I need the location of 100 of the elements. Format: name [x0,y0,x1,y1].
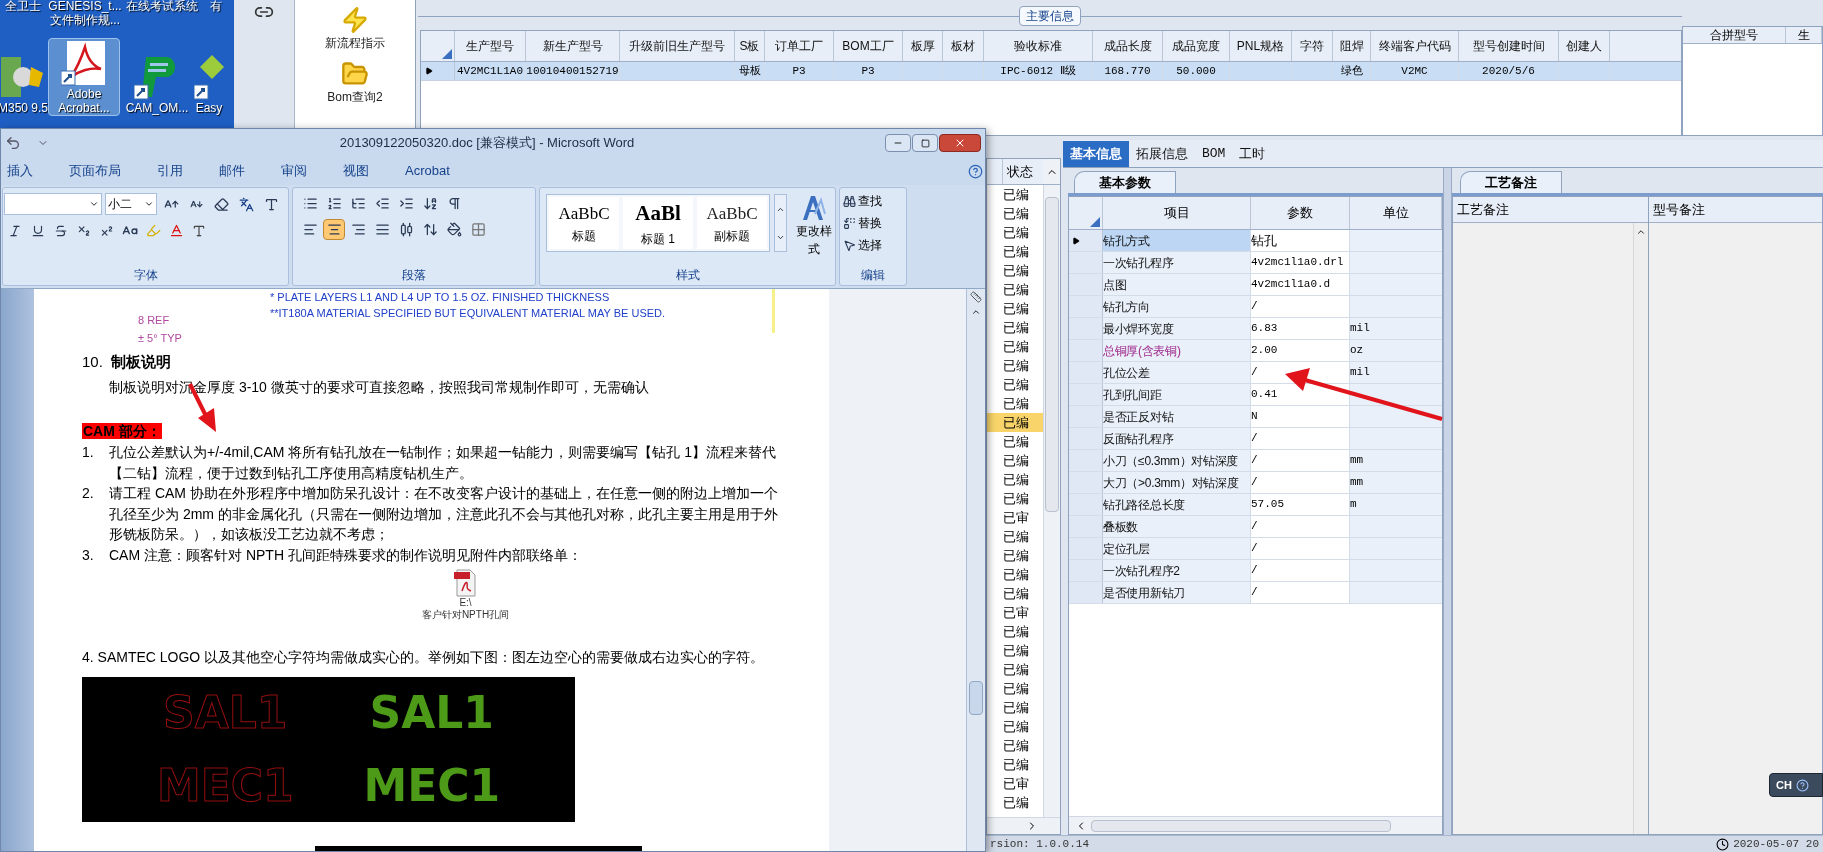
column-header[interactable]: 成品宽度 [1163,31,1230,61]
style-preset[interactable]: AaBbC 副标题 [697,197,767,249]
column-header[interactable]: 阻焊 [1333,31,1371,61]
param-name[interactable]: 钻孔方式 [1103,230,1251,251]
param-name[interactable]: 一次钻孔程序2 [1103,560,1251,581]
desktop-icon[interactable]: CAM_OM... [122,52,192,116]
status-row[interactable]: 已编 [987,299,1043,318]
scroll-thumb[interactable] [969,681,983,715]
table-row[interactable]: 4V2MC1L1A0 10010400152719 母板 P3 P3 IPC-6012 Ⅱ级 168.770 50.000 绿色 V2MC 2020/5/6 [421,62,1681,81]
ribbon-tab[interactable]: 页面布局 [69,161,121,181]
undo-icon[interactable] [5,135,21,151]
ribbon-tab[interactable]: 审阅 [281,161,307,181]
desktop-icon[interactable]: 在线考试系统 [124,0,200,14]
scroll-thumb[interactable] [1045,197,1059,512]
status-row[interactable]: 已审 [987,603,1043,622]
column-header[interactable]: 板材 [943,31,984,61]
tool-label[interactable]: 新流程指示 [325,34,385,52]
status-row[interactable]: 已审 [987,774,1043,793]
param-name[interactable]: 钻孔方向 [1103,296,1251,317]
style-preset[interactable]: AaBbC 标题 [549,197,619,249]
column-header[interactable]: 合拼型号 [1683,27,1786,43]
param-name[interactable]: 反面钻孔程序 [1103,428,1251,449]
status-row[interactable]: 已编 [987,185,1043,204]
column-header[interactable]: 单位 [1350,197,1442,229]
tab[interactable]: 拓展信息 [1129,141,1195,167]
column-header[interactable]: S板 [735,31,765,61]
ribbon-tab[interactable]: 邮件 [219,161,245,181]
tool-label[interactable]: Bom查询2 [327,88,383,106]
ribbon-tab[interactable]: 引用 [157,161,183,181]
param-name[interactable]: 是否正反对钻 [1103,406,1251,427]
status-row[interactable]: 已编 [987,622,1043,641]
editing-button[interactable]: 替换 [843,213,906,233]
column-header[interactable]: 型号创建时间 [1459,31,1559,61]
param-name[interactable]: 孔位公差 [1103,362,1251,383]
scrollbar[interactable] [1043,185,1060,817]
desktop-icon[interactable]: Easy [194,52,224,116]
param-name[interactable]: 最小焊环宽度 [1103,318,1251,339]
param-name[interactable]: 钻孔路径总长度 [1103,494,1251,515]
status-row[interactable]: 已编 [987,394,1043,413]
status-row[interactable]: 已编 [987,280,1043,299]
column-header[interactable]: 板厚 [903,31,943,61]
ribbon-tab[interactable]: 插入 [7,161,33,181]
column-header[interactable]: BOM工厂 [834,31,903,61]
column-header[interactable]: 成品长度 [1093,31,1163,61]
column-header[interactable]: PNL规格 [1230,31,1292,61]
section-tab[interactable]: 基本参数 [1074,171,1176,193]
status-row[interactable]: 已编 [987,204,1043,223]
align-button[interactable] [323,219,345,240]
column-header[interactable]: 项目 [1103,197,1251,229]
status-row[interactable]: 已编 [987,261,1043,280]
status-row[interactable]: 已编 [987,432,1043,451]
status-row[interactable]: 已编 [987,565,1043,584]
status-row[interactable]: 已编 [987,223,1043,242]
tab[interactable]: 基本信息 [1063,141,1129,167]
status-row[interactable]: 已编 [987,356,1043,375]
status-row[interactable]: 已编 [987,242,1043,261]
status-row[interactable]: 已编 [987,337,1043,356]
status-row[interactable]: 已审 [987,508,1043,527]
status-row[interactable]: 已编 [987,736,1043,755]
status-row[interactable]: 已编 [987,413,1043,432]
param-name[interactable]: 一次钻孔程序 [1103,252,1251,273]
desktop-icon[interactable]: GENESIS_t... 文件制作规... [48,0,122,28]
ruler-icon[interactable] [970,291,982,303]
column-header[interactable]: 参数 [1251,197,1350,229]
tab[interactable]: 工时 [1232,141,1273,167]
param-name[interactable]: 孔到孔间距 [1103,384,1251,405]
status-row[interactable]: 已编 [987,755,1043,774]
status-row[interactable]: 已编 [987,318,1043,337]
column-header[interactable]: 生 [1786,27,1822,43]
ime-indicator[interactable]: CH [1769,773,1823,797]
status-row[interactable]: 已编 [987,546,1043,565]
column-header[interactable]: 新生产型号 [526,31,620,61]
tab[interactable]: BOM [1195,141,1233,167]
scroll-up-icon[interactable] [971,307,981,317]
help-icon[interactable] [1795,778,1809,792]
column-header[interactable]: 型号备注 [1649,197,1822,223]
param-name[interactable]: 大刀（>0.3mm）对钻深度 [1103,472,1251,493]
desktop-icon[interactable]: 有 [202,0,230,14]
status-row[interactable]: 已编 [987,698,1043,717]
scroll-up-icon[interactable] [1636,227,1646,237]
column-header[interactable]: 验收标准 [984,31,1093,61]
status-row[interactable]: 已编 [987,489,1043,508]
row-header[interactable] [1069,230,1103,251]
maximize-button[interactable] [912,134,938,152]
param-name[interactable]: 小刀（≤0.3mm）对钻深度 [1103,450,1251,471]
column-header[interactable]: 创建人 [1559,31,1610,61]
column-header[interactable]: 工艺备注 [1453,197,1648,223]
param-name[interactable]: 叠板数 [1103,516,1251,537]
help-icon[interactable] [968,163,983,179]
scrollbar[interactable] [966,289,985,851]
param-name[interactable]: 是否使用新钻刀 [1103,582,1251,603]
column-header[interactable]: 终端客户代码 [1371,31,1459,61]
status-row[interactable]: 已编 [987,660,1043,679]
param-name[interactable]: 总铜厚(含表铜) [1103,340,1251,361]
minimize-button[interactable] [885,134,911,152]
editing-button[interactable]: 查找 [843,191,906,211]
font-size-field[interactable]: 小二 [105,193,157,215]
status-row[interactable]: 已编 [987,451,1043,470]
ribbon-tab[interactable]: Acrobat [405,161,450,181]
editing-button[interactable]: 选择 [843,235,906,255]
